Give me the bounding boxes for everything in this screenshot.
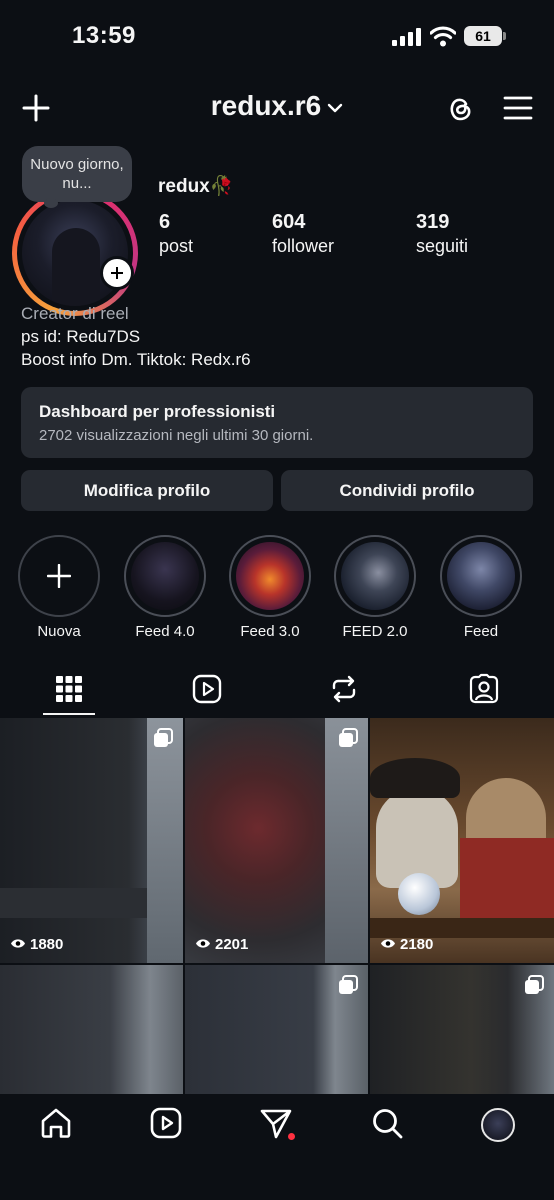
highlight-label: Feed 3.0 <box>240 623 300 640</box>
highlight-feed-2[interactable]: FEED 2.0 <box>333 535 417 640</box>
share-profile-button[interactable]: Condividi profilo <box>281 470 533 511</box>
signal-icon <box>392 28 421 46</box>
highlight-new[interactable]: Nuova <box>17 535 101 640</box>
post-thumbnail[interactable] <box>185 965 368 1094</box>
menu-icon[interactable] <box>502 94 534 122</box>
post-thumbnail[interactable] <box>370 965 554 1094</box>
edit-profile-button[interactable]: Modifica profilo <box>21 470 273 511</box>
stat-value: 319 <box>416 211 450 233</box>
highlight-feed-3[interactable]: Feed 3.0 <box>228 535 312 640</box>
profile-bio: Creator di reel ps id: Redu7DS Boost inf… <box>21 302 251 371</box>
post-thumbnail[interactable]: 2180 <box>370 718 554 963</box>
post-thumbnail[interactable]: 2201 <box>185 718 368 963</box>
post-thumbnail[interactable]: 1880 <box>0 718 183 963</box>
highlight-feed[interactable]: Feed <box>439 535 523 640</box>
profile-avatar-nav[interactable] <box>481 1108 515 1142</box>
stat-label: post <box>159 236 194 256</box>
eye-icon <box>381 939 395 948</box>
eye-icon <box>11 939 25 948</box>
view-count: 1880 <box>10 936 63 953</box>
professional-dashboard[interactable]: Dashboard per professionisti 2702 visual… <box>21 387 533 458</box>
display-name: redux🥀 <box>158 176 234 197</box>
bottom-nav <box>0 1094 554 1200</box>
post-thumbnail[interactable] <box>0 965 183 1094</box>
highlight-label: Feed 4.0 <box>135 623 195 640</box>
add-story-button[interactable] <box>100 256 134 290</box>
carousel-icon <box>525 975 544 994</box>
stat-value: 6 <box>159 211 171 233</box>
profile-category: Creator di reel <box>21 304 129 323</box>
notification-dot <box>288 1133 295 1140</box>
profile-note[interactable]: Nuovo giorno, nu... <box>22 146 132 208</box>
active-tab-indicator <box>43 713 95 715</box>
reels-icon[interactable] <box>191 673 223 705</box>
carousel-icon <box>154 728 173 747</box>
highlight-label: Feed <box>463 623 499 640</box>
reposts-icon[interactable] <box>328 673 360 705</box>
view-count-value: 1880 <box>30 936 64 953</box>
stat-label: seguiti <box>416 236 469 256</box>
grid-icon[interactable] <box>53 673 85 705</box>
home-icon[interactable] <box>39 1106 73 1140</box>
posts-grid: 1880 2201 2180 <box>0 718 554 1094</box>
search-icon[interactable] <box>370 1106 404 1140</box>
carousel-icon <box>339 975 358 994</box>
highlight-label: FEED 2.0 <box>342 623 408 640</box>
highlight-label: Nuova <box>37 623 81 640</box>
tagged-icon[interactable] <box>468 673 500 705</box>
dashboard-title: Dashboard per professionisti <box>39 402 276 421</box>
plus-icon <box>47 564 71 588</box>
carousel-icon <box>339 728 358 747</box>
stat-value: 604 <box>272 211 306 233</box>
dashboard-subtitle: 2702 visualizzazioni negli ultimi 30 gio… <box>39 427 314 444</box>
status-time: 13:59 <box>72 22 136 49</box>
highlight-cover <box>236 542 304 610</box>
profile-avatar[interactable] <box>12 190 138 316</box>
threads-icon[interactable] <box>444 92 476 124</box>
eye-icon <box>196 939 210 948</box>
highlight-cover <box>341 542 409 610</box>
stat-label: follower <box>272 236 335 256</box>
highlight-cover <box>131 542 199 610</box>
bio-line: Boost info Dm. Tiktok: Redx.r6 <box>21 350 251 369</box>
highlight-feed-4[interactable]: Feed 4.0 <box>123 535 207 640</box>
chevron-down-icon <box>328 103 343 112</box>
highlight-cover <box>447 542 515 610</box>
view-count-value: 2201 <box>215 936 249 953</box>
battery-level: 61 <box>464 26 502 46</box>
wifi-icon <box>430 26 456 47</box>
status-bar: 13:59 61 <box>0 0 554 72</box>
view-count: 2180 <box>380 936 433 953</box>
profile-header: redux.r6 <box>0 80 554 136</box>
bio-line: ps id: Redu7DS <box>21 327 141 346</box>
reels-icon[interactable] <box>149 1106 183 1140</box>
content-tabs <box>0 665 554 717</box>
header-username: redux.r6 <box>210 90 322 121</box>
view-count-value: 2180 <box>400 936 434 953</box>
stat-following[interactable]: 319 seguiti <box>416 211 468 257</box>
stat-posts[interactable]: 6 post <box>159 211 193 257</box>
stat-followers[interactable]: 604 follower <box>272 211 334 257</box>
view-count: 2201 <box>195 936 248 953</box>
battery-icon: 61 <box>464 26 506 46</box>
